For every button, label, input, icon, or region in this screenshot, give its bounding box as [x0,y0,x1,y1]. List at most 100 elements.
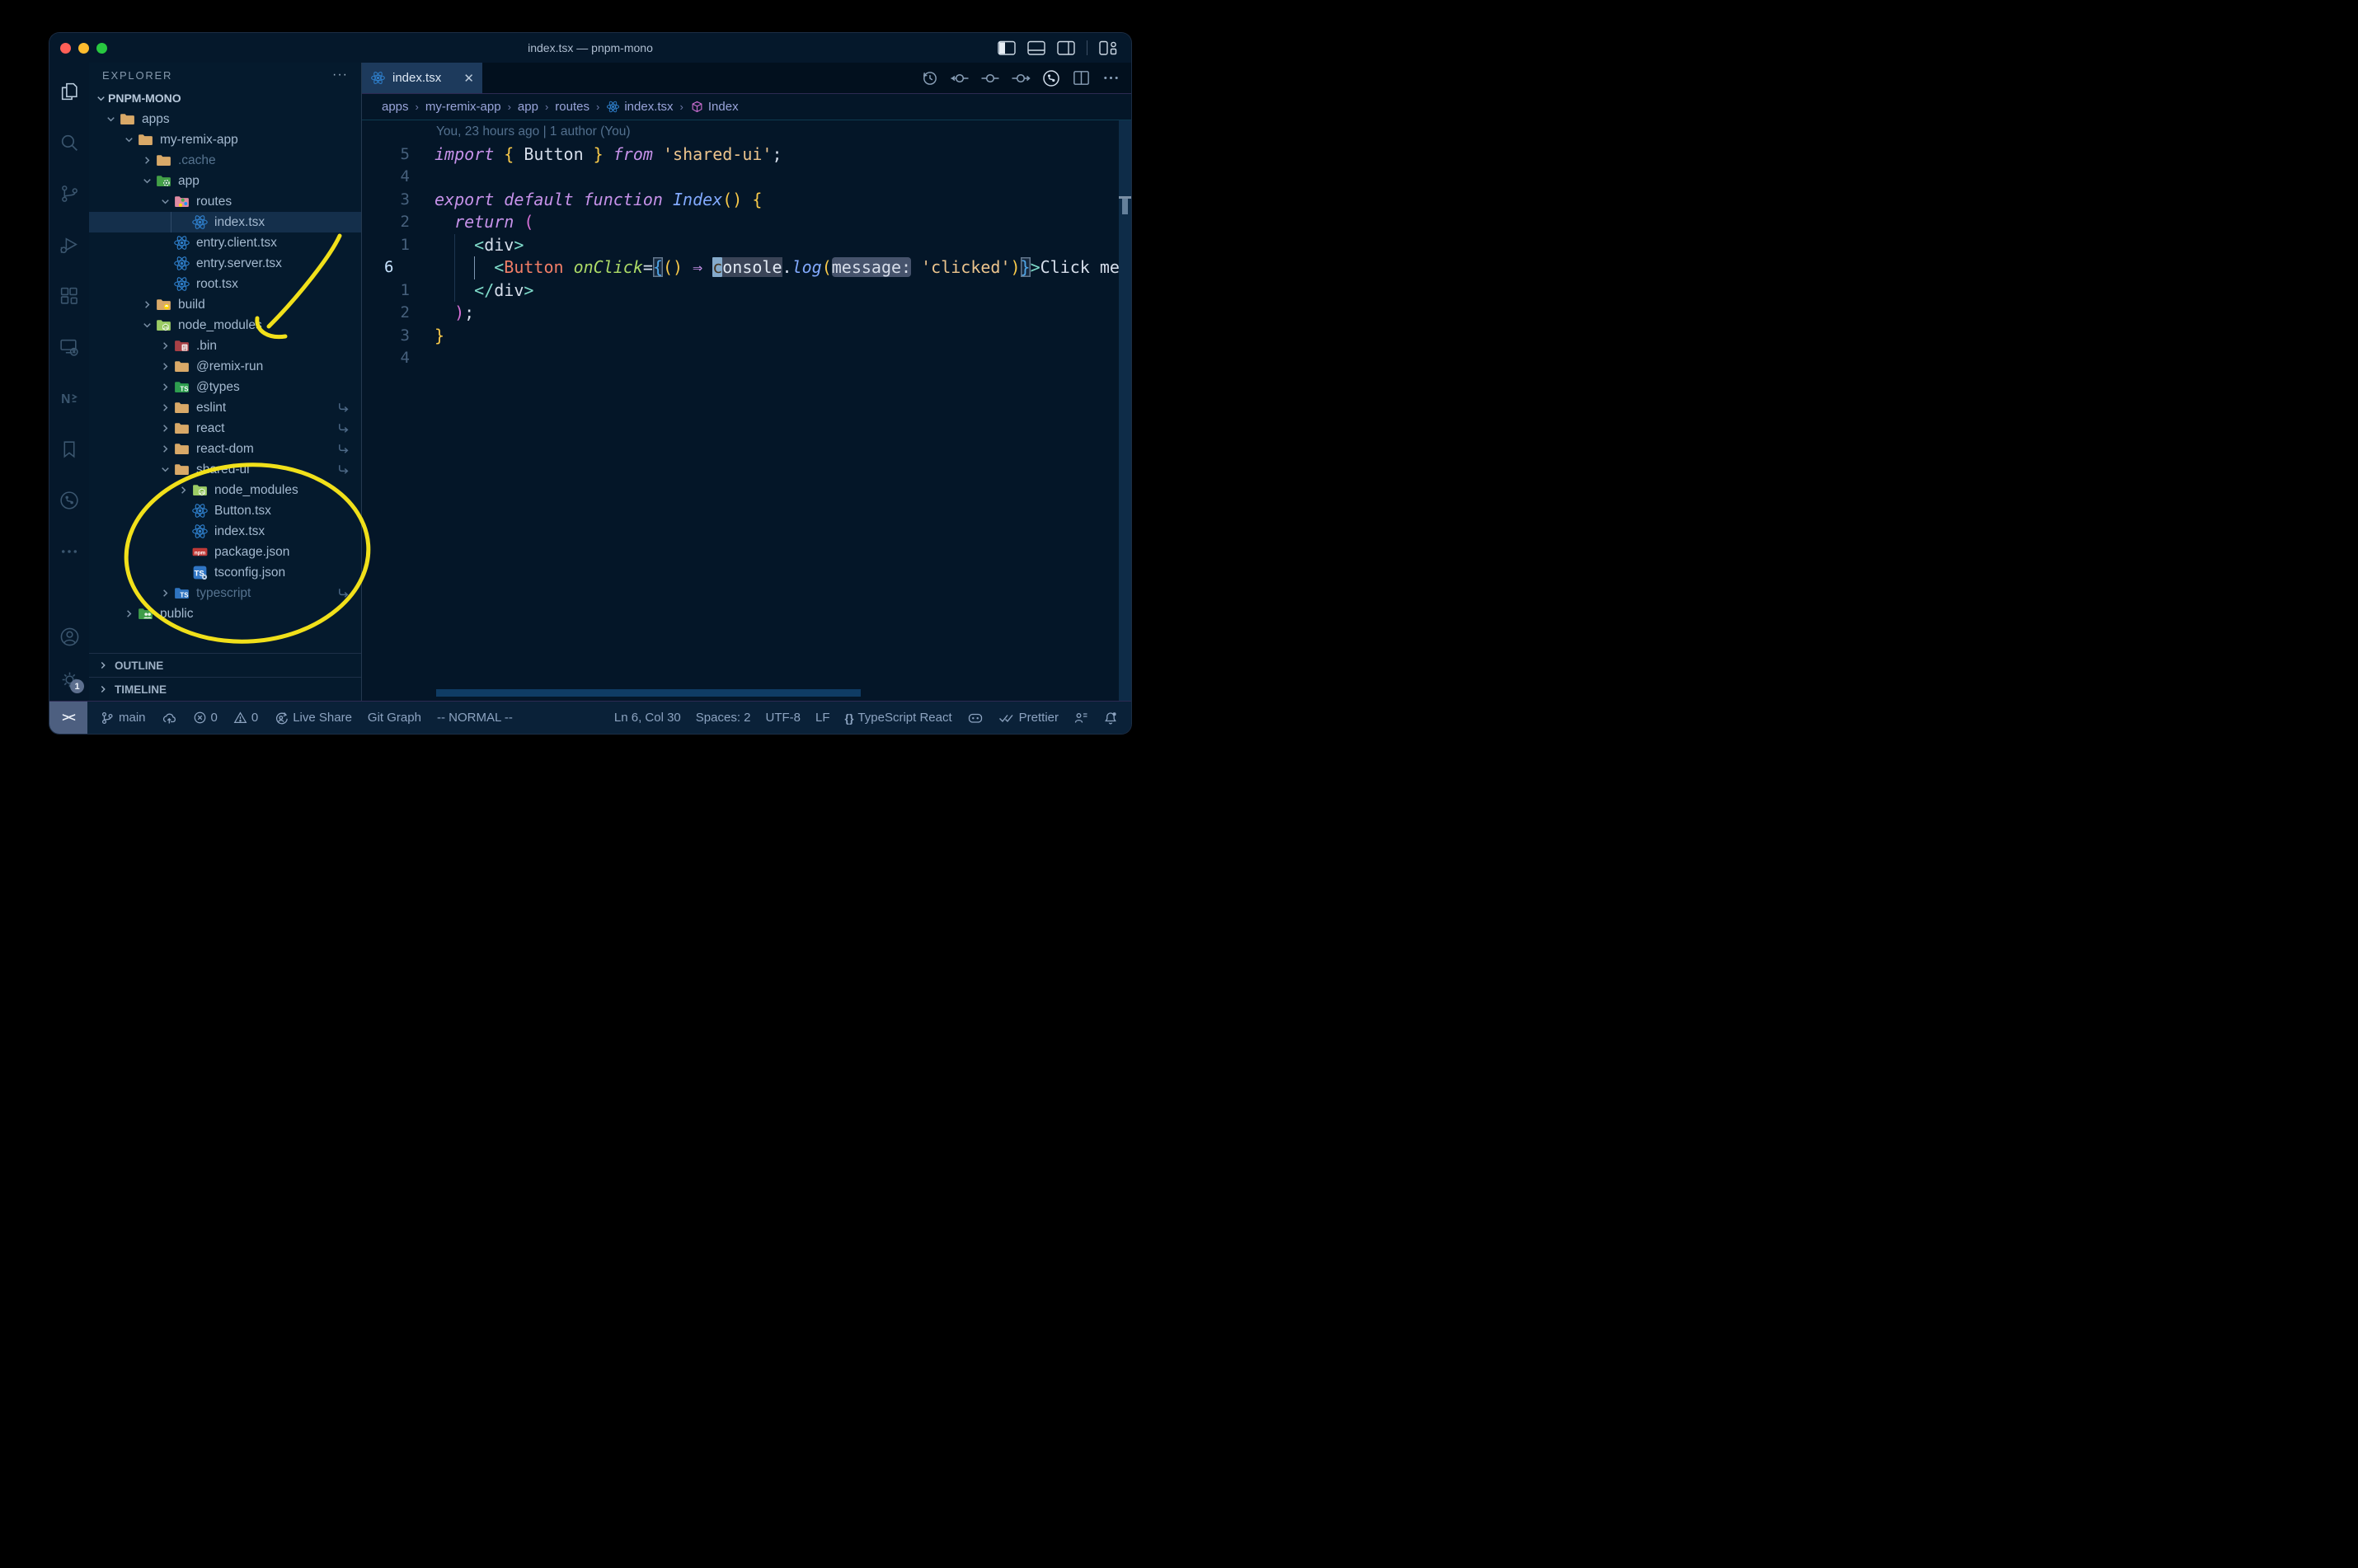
tree-item-public[interactable]: public [89,603,361,624]
tree-item-@types[interactable]: TS @types [89,377,361,397]
more-views-icon[interactable] [49,526,89,577]
run-debug-icon[interactable] [49,219,89,270]
gitlens-icon[interactable] [49,475,89,526]
code-line[interactable]: 3} [362,325,1131,348]
status-item-spaces-2[interactable]: Spaces: 2 [696,711,751,725]
status-item-0[interactable]: 0 [193,711,218,725]
next-change-icon[interactable] [1011,68,1031,88]
chevron-right-icon [97,660,109,671]
zoom-window-button[interactable] [96,42,107,54]
overview-ruler[interactable] [1119,120,1131,701]
traffic-lights [49,42,107,54]
status-item-typescript-react[interactable]: {} TypeScript React [845,711,952,725]
explorer-more-actions-icon[interactable]: ··· [332,68,348,82]
tree-item-node_modules[interactable]: JS node_modules [89,480,361,500]
remote-explorer-icon[interactable] [49,322,89,373]
tree-item-entry.server.tsx[interactable]: entry.server.tsx [89,253,361,274]
tree-item-apps[interactable]: apps [89,109,361,129]
tree-item-entry.client.tsx[interactable]: entry.client.tsx [89,232,361,253]
code-line[interactable]: 1 </div> [362,279,1131,302]
split-editor-icon[interactable] [1072,68,1091,87]
breadcrumb-item-Index[interactable]: Index [690,100,739,114]
breadcrumb-item-my-remix-app[interactable]: my-remix-app [425,100,501,114]
tree-item-.bin[interactable]: 01 10 .bin [89,336,361,356]
tree-item-@remix-run[interactable]: @remix-run [89,356,361,377]
tree-item-index.tsx[interactable]: index.tsx [89,212,361,232]
bookmarks-icon[interactable] [49,424,89,475]
code-line[interactable]: 2 ); [362,302,1131,325]
tab-index-tsx[interactable]: index.tsx ✕ [362,63,482,93]
customize-layout-icon[interactable] [1099,40,1118,56]
status-item-copilot[interactable] [967,711,984,725]
workspace-section-header[interactable]: PNPM-MONO [89,87,361,109]
toggle-sidebar-icon[interactable] [998,40,1016,56]
status-item-live-share[interactable]: Live Share [274,711,352,725]
toggle-secondary-sidebar-icon[interactable] [1057,40,1075,56]
tree-item-build[interactable]: build [89,294,361,315]
tree-item-my-remix-app[interactable]: my-remix-app [89,129,361,150]
explorer-icon[interactable] [49,66,89,117]
remote-indicator[interactable]: >< [49,702,87,734]
code-line[interactable]: 5 import { Button } from 'shared-ui'; [362,143,1131,167]
previous-change-icon[interactable] [950,68,970,88]
close-tab-icon[interactable]: ✕ [463,71,474,86]
code-line[interactable]: 3 export default function Index() { [362,189,1131,212]
status-item-0[interactable]: 0 [233,711,258,725]
tree-item-react[interactable]: react [89,418,361,439]
status-item-utf-8[interactable]: UTF-8 [766,711,801,725]
tree-item-node_modules[interactable]: JS node_modules [89,315,361,336]
settings-gear-icon[interactable]: 1 [49,658,89,701]
toggle-panel-icon[interactable] [1027,40,1045,56]
search-icon[interactable] [49,117,89,168]
status-item-git-graph[interactable]: Git Graph [368,711,421,725]
status-item-feedback[interactable] [1073,711,1088,725]
breadcrumb-item-routes[interactable]: routes [555,100,590,114]
code-line-current[interactable]: 6 <Button onClick={() ⇒ console.log(mess… [362,256,1131,279]
tree-item-.cache[interactable]: .cache [89,150,361,171]
current-change-icon[interactable] [980,68,1000,88]
extensions-icon[interactable] [49,270,89,322]
source-control-icon[interactable] [49,168,89,219]
horizontal-scrollbar[interactable] [436,689,861,697]
timeline-panel-header[interactable]: TIMELINE [89,677,361,701]
tree-item-package.json[interactable]: npm package.json [89,542,361,562]
tree-item-app[interactable]: app [89,171,361,191]
code-line[interactable]: 4 [362,347,1131,370]
outline-panel-header[interactable]: OUTLINE [89,653,361,677]
status-item-cloud-upload[interactable] [162,711,177,725]
code-line[interactable]: 1 <div> [362,233,1131,256]
tree-item-index.tsx[interactable]: index.tsx [89,521,361,542]
tree-item-root.tsx[interactable]: root.tsx [89,274,361,294]
timeline-history-icon[interactable] [920,68,939,87]
chevron-down-icon [140,319,154,331]
code-line[interactable]: 4 [362,166,1131,189]
close-window-button[interactable] [60,42,71,54]
tree-item-shared-ui[interactable]: shared-ui [89,459,361,480]
status-item-main[interactable]: main [100,711,146,725]
line-number: 6 [384,258,394,276]
tree-item-typescript[interactable]: TS typescript [89,583,361,603]
account-icon[interactable] [49,615,89,658]
status-item-bell-dot[interactable] [1103,711,1118,725]
code-text: export default function Index() { [434,189,763,209]
status-item-ln-6-col-30[interactable]: Ln 6, Col 30 [614,711,681,725]
minimize-window-button[interactable] [78,42,89,54]
gitlens-graph-icon[interactable] [1041,68,1061,88]
folder-typescript-icon: TS [173,584,190,602]
status-item-lf[interactable]: LF [815,711,830,725]
breadcrumb-item-apps[interactable]: apps [382,100,409,114]
code-line[interactable]: 2 return ( [362,211,1131,234]
tree-item-eslint[interactable]: eslint [89,397,361,418]
breadcrumb-item-app[interactable]: app [518,100,538,114]
tree-item-routes[interactable]: routes [89,191,361,212]
status-item--normal-[interactable]: -- NORMAL -- [437,711,513,725]
tree-item-Button.tsx[interactable]: Button.tsx [89,500,361,521]
nx-console-icon[interactable]: N [49,373,89,424]
code-editor[interactable]: You, 23 hours ago | 1 author (You) 5 impo… [362,120,1131,701]
tree-item-react-dom[interactable]: react-dom [89,439,361,459]
more-actions-icon[interactable] [1101,68,1120,87]
breadcrumb-item-index.tsx[interactable]: index.tsx [606,100,674,114]
tree-item-tsconfig.json[interactable]: TS tsconfig.json [89,562,361,583]
status-item-prettier[interactable]: Prettier [998,711,1059,725]
window-title: index.tsx — pnpm-mono [528,41,653,54]
